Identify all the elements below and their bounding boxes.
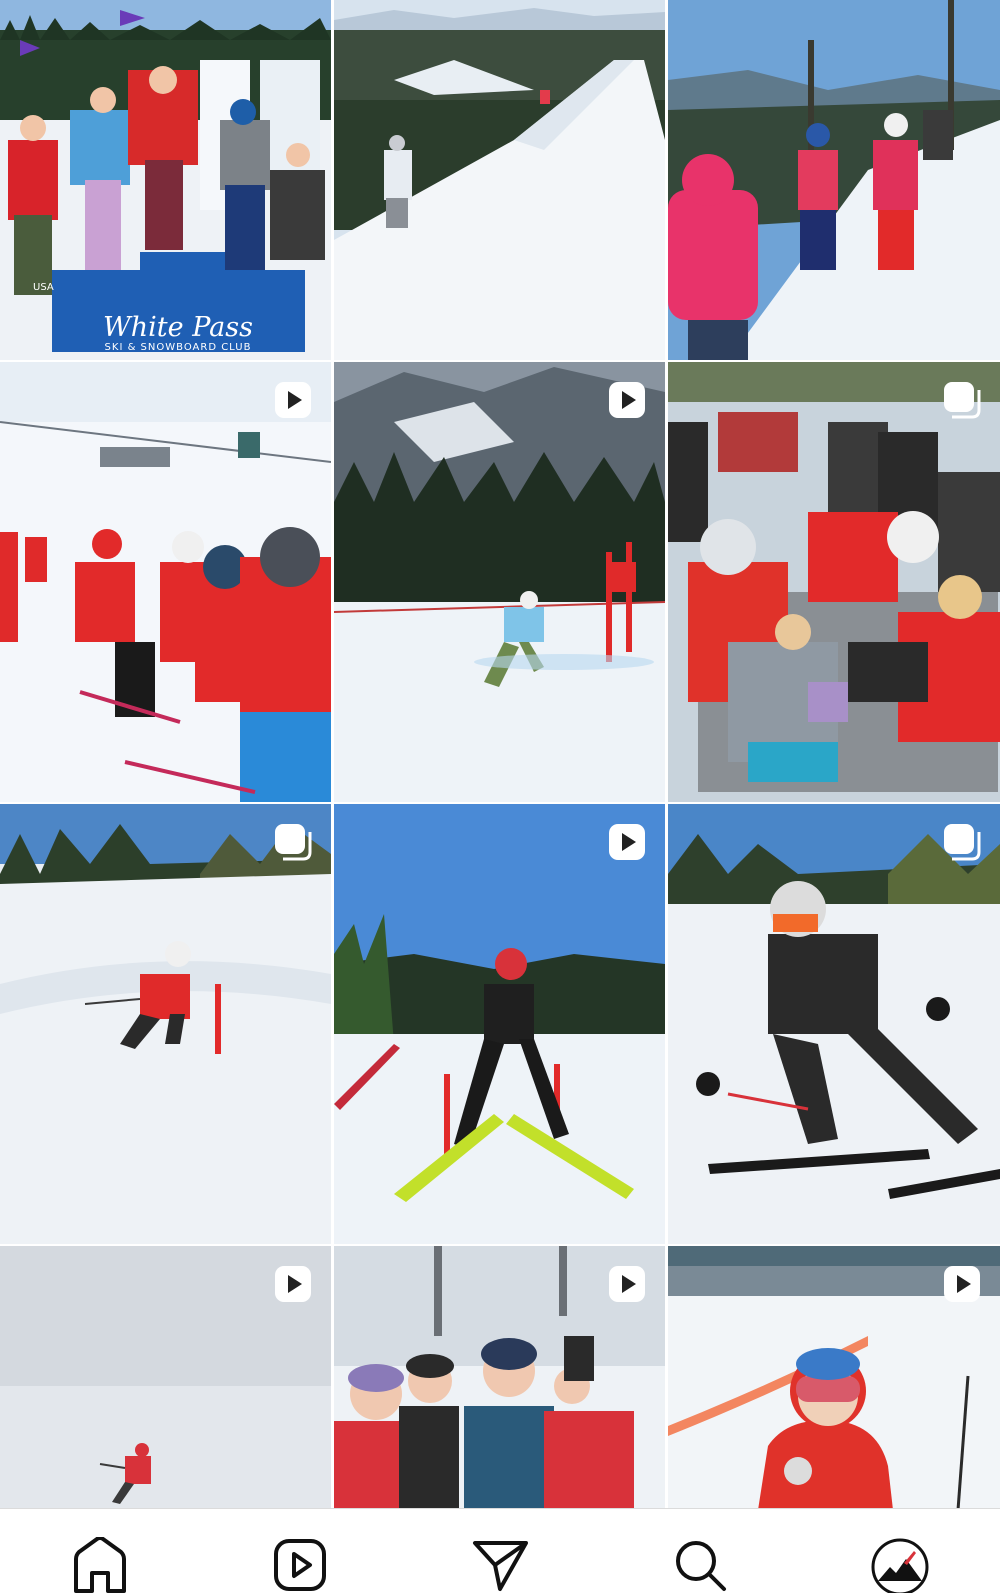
reel-badge-icon	[942, 1264, 982, 1304]
tab-reels[interactable]	[268, 1537, 332, 1593]
home-icon	[74, 1537, 126, 1593]
reel-badge-icon	[273, 1264, 313, 1304]
ridge-photo	[334, 0, 665, 360]
reel-badge-icon	[607, 380, 647, 420]
podium-title: White Pass	[103, 312, 253, 343]
coaches-photo	[668, 0, 1000, 360]
send-icon	[473, 1541, 528, 1591]
post-tile-gs-gate[interactable]	[334, 362, 665, 802]
post-tile-kid-goggles[interactable]	[668, 1246, 1000, 1510]
reel-badge-icon	[607, 1264, 647, 1304]
profile-post-grid: White Pass SKI & SNOWBOARD CLUB USA	[0, 0, 1000, 1510]
bottom-tab-bar	[0, 1508, 1000, 1593]
reel-badge-icon	[607, 822, 647, 862]
tab-search[interactable]	[668, 1537, 732, 1593]
reels-icon	[274, 1539, 326, 1591]
podium-photo: White Pass SKI & SNOWBOARD CLUB USA	[0, 0, 331, 360]
reel-badge-icon	[273, 380, 313, 420]
post-tile-skier-back[interactable]	[334, 804, 665, 1244]
post-tile-picnic[interactable]	[668, 362, 1000, 802]
slalom-kid-photo	[0, 804, 331, 1244]
skier-back-photo	[334, 804, 665, 1244]
profile-avatar-icon	[871, 1538, 929, 1593]
gs-gate-photo	[334, 362, 665, 802]
shirt-text: USA	[33, 282, 54, 293]
post-tile-group-line[interactable]	[0, 362, 331, 802]
tab-messages[interactable]	[468, 1537, 532, 1593]
post-tile-ridge[interactable]	[334, 0, 665, 360]
post-tile-podium[interactable]: White Pass SKI & SNOWBOARD CLUB USA	[0, 0, 331, 360]
post-tile-friends[interactable]	[334, 1246, 665, 1510]
post-tile-coaches[interactable]	[668, 0, 1000, 360]
skier-crouch-photo	[668, 804, 1000, 1244]
tab-profile[interactable]	[868, 1537, 932, 1593]
post-tile-skier-crouch[interactable]	[668, 804, 1000, 1244]
carousel-badge-icon	[942, 822, 982, 862]
carousel-badge-icon	[942, 380, 982, 420]
post-tile-fog-skier[interactable]	[0, 1246, 331, 1510]
search-icon	[676, 1541, 726, 1591]
post-tile-slalom-kid[interactable]	[0, 804, 331, 1244]
picnic-photo	[668, 362, 1000, 802]
podium-subtitle: SKI & SNOWBOARD CLUB	[105, 342, 252, 353]
group-line-photo	[0, 362, 331, 802]
carousel-badge-icon	[273, 822, 313, 862]
tab-home[interactable]	[68, 1537, 132, 1593]
